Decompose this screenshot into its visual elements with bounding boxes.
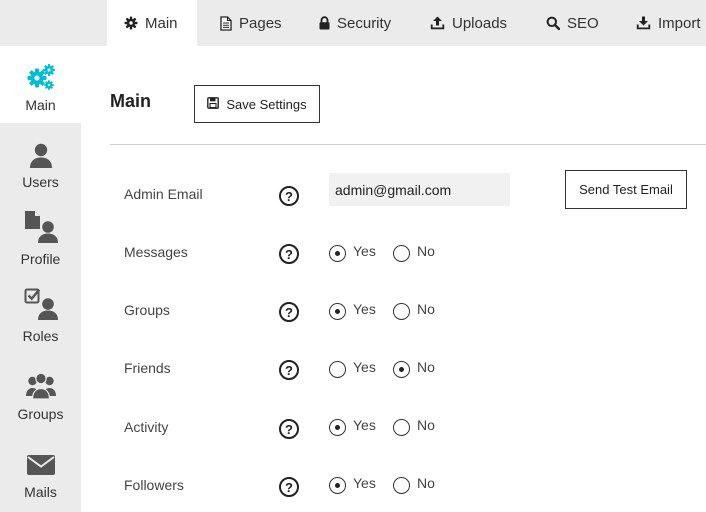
activity-yes-radio[interactable]	[329, 419, 346, 436]
page-title: Main	[110, 91, 152, 111]
messages-yes-radio[interactable]	[329, 245, 346, 262]
sidebar-item-mails[interactable]: Mails	[0, 431, 81, 508]
messages-no-radio[interactable]	[393, 245, 410, 262]
group-icon	[0, 372, 81, 400]
friends-yes-label: Yes	[353, 359, 376, 375]
activity-no-label: No	[417, 417, 435, 433]
sidebar-item-label: Profile	[20, 251, 61, 267]
groups-yes-radio[interactable]	[329, 303, 346, 320]
sidebar: Main Users Profile Roles Groups Mails	[0, 46, 81, 512]
followers-yes-label: Yes	[353, 475, 376, 491]
followers-yes-radio[interactable]	[329, 477, 346, 494]
tab-uploads[interactable]: Uploads	[430, 0, 507, 46]
followers-no-radio[interactable]	[393, 477, 410, 494]
gears-icon	[0, 63, 81, 91]
admin-email-input[interactable]	[329, 173, 510, 206]
friends-no-label: No	[417, 359, 435, 375]
followers-label: Followers	[124, 477, 184, 493]
help-icon[interactable]: ?	[279, 360, 299, 380]
save-settings-label: Save Settings	[226, 96, 307, 112]
divider	[110, 144, 706, 145]
groups-no-radio[interactable]	[393, 303, 410, 320]
activity-no-radio[interactable]	[393, 419, 410, 436]
sidebar-item-main[interactable]: Main	[0, 46, 81, 123]
tab-seo[interactable]: SEO	[546, 0, 599, 46]
gear-icon	[124, 16, 138, 30]
sidebar-item-label: Users	[22, 174, 59, 190]
tab-pages[interactable]: Pages	[220, 0, 282, 46]
save-settings-button[interactable]: Save Settings	[194, 85, 320, 123]
tab-security-label: Security	[337, 14, 392, 32]
download-icon	[636, 16, 651, 30]
help-icon[interactable]: ?	[279, 186, 299, 206]
messages-yes-label: Yes	[353, 243, 376, 259]
sidebar-item-profile[interactable]: Profile	[0, 200, 81, 277]
groups-label: Groups	[124, 302, 170, 318]
help-icon[interactable]: ?	[279, 302, 299, 322]
activity-yes-label: Yes	[353, 417, 376, 433]
activity-label: Activity	[124, 419, 169, 435]
followers-no-label: No	[417, 475, 435, 491]
sidebar-item-label: Main	[25, 97, 56, 113]
tab-import-label: Import	[658, 14, 701, 32]
groups-yes-label: Yes	[353, 301, 376, 317]
envelope-icon	[0, 455, 81, 475]
help-icon[interactable]: ?	[279, 477, 299, 497]
sidebar-item-label: Mails	[24, 484, 57, 500]
friends-label: Friends	[124, 360, 171, 376]
sidebar-item-label: Roles	[22, 328, 59, 344]
groups-no-label: No	[417, 301, 435, 317]
top-tab-bar: Main Pages Security Uploads SEO Import	[0, 0, 706, 46]
sidebar-item-users[interactable]: Users	[0, 123, 81, 200]
user-icon	[0, 143, 81, 169]
help-icon[interactable]: ?	[279, 419, 299, 439]
messages-no-label: No	[417, 243, 435, 259]
sidebar-item-roles[interactable]: Roles	[0, 277, 81, 354]
lock-icon	[319, 16, 330, 30]
tab-security[interactable]: Security	[319, 0, 391, 46]
tab-seo-label: SEO	[567, 14, 599, 32]
messages-label: Messages	[124, 244, 188, 260]
floppy-disk-icon	[207, 96, 220, 112]
search-icon	[546, 16, 560, 30]
friends-yes-radio[interactable]	[329, 361, 346, 378]
sidebar-item-label: Groups	[17, 406, 64, 422]
sidebar-item-groups[interactable]: Groups	[0, 354, 81, 431]
tab-main-label: Main	[145, 14, 178, 32]
roles-icon	[0, 288, 81, 321]
profile-icon	[0, 210, 81, 244]
document-icon	[220, 15, 232, 31]
friends-no-radio[interactable]	[393, 361, 410, 378]
admin-email-label: Admin Email	[124, 186, 203, 202]
send-test-email-label: Send Test Email	[579, 182, 673, 197]
tab-pages-label: Pages	[239, 14, 282, 32]
tab-main[interactable]: Main	[107, 0, 197, 46]
tab-import[interactable]: Import	[636, 0, 701, 46]
send-test-email-button[interactable]: Send Test Email	[565, 170, 687, 209]
help-icon[interactable]: ?	[279, 244, 299, 264]
upload-icon	[430, 16, 445, 30]
tab-uploads-label: Uploads	[452, 14, 508, 32]
